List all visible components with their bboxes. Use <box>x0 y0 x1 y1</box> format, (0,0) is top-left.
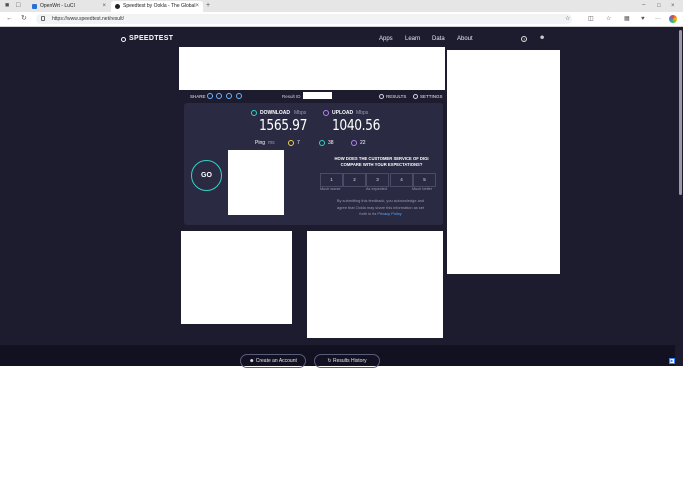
browser-tab-speedtest[interactable]: Speedtest by Ookla - The Global × <box>111 1 203 12</box>
go-button[interactable]: GO <box>191 160 222 191</box>
upload-arrow-icon <box>323 110 329 116</box>
result-id-label: Result ID <box>282 94 301 99</box>
survey-question-line2: COMPARE WITH YOUR EXPECTATIONS? <box>340 162 423 167</box>
collections-icon[interactable]: ▦ <box>624 15 630 23</box>
ping-idle-icon <box>288 140 294 146</box>
download-speed-value: 1565.97 <box>259 116 307 134</box>
rating-option-2[interactable]: 2 <box>343 173 366 187</box>
scale-mid-label: As expected <box>366 187 387 191</box>
browser-tab-openwrt[interactable]: OpenWrt - LuCI × <box>28 1 110 12</box>
ad-banner-bottom-right <box>307 231 443 338</box>
rating-option-4[interactable]: 4 <box>390 173 413 187</box>
share-label: SHARE <box>190 94 206 99</box>
ping-label: Ping <box>255 140 266 146</box>
account-icon[interactable]: ☻ <box>539 35 545 41</box>
url-text[interactable]: https://www.speedtest.net/result/ <box>52 15 124 23</box>
maximize-icon[interactable]: □ <box>657 2 661 10</box>
favorites-icon[interactable]: ☆ <box>606 15 611 23</box>
close-tab-icon[interactable]: × <box>195 1 199 12</box>
ad-banner-right <box>447 50 560 274</box>
speedtest-logo[interactable]: SPEEDTEST <box>129 35 173 42</box>
survey-disclaimer: By submitting this feedback, you acknowl… <box>318 198 443 218</box>
scale-high-label: Much better <box>412 187 433 191</box>
add-user-icon: ☻ <box>249 358 255 364</box>
ad-banner-bottom-left <box>181 231 292 324</box>
rating-option-3[interactable]: 3 <box>366 173 389 187</box>
download-arrow-icon <box>251 110 257 116</box>
nav-learn[interactable]: Learn <box>405 36 420 42</box>
browser-essentials-icon[interactable]: ♥ <box>641 15 645 23</box>
ping-download-value: 38 <box>328 140 334 146</box>
share-link-icon[interactable] <box>207 93 213 99</box>
copilot-icon[interactable] <box>669 15 677 23</box>
settings-link[interactable]: SETTINGS <box>420 94 443 99</box>
more-menu-icon[interactable]: ··· <box>655 15 661 23</box>
favorite-star-icon[interactable]: ☆ <box>565 15 570 23</box>
ping-unit: ms <box>268 140 275 146</box>
settings-gear-icon <box>413 94 418 99</box>
lock-icon[interactable] <box>41 16 45 21</box>
tab-title: Speedtest by Ookla - The Global <box>123 3 196 9</box>
scrollbar-thumb[interactable] <box>679 30 682 195</box>
speedtest-favicon-icon <box>115 4 120 9</box>
share-twitter-icon[interactable] <box>216 93 222 99</box>
results-history-button[interactable]: ↻ Results History <box>314 354 380 368</box>
privacy-policy-link[interactable]: Privacy Policy <box>377 211 401 216</box>
speedtest-logo-icon <box>121 37 126 42</box>
ad-card-inline <box>228 150 284 215</box>
split-screen-icon[interactable]: ◫ <box>588 15 594 23</box>
tab-title: OpenWrt - LuCI <box>40 3 75 9</box>
tab-actions-icon[interactable]: □ <box>16 2 20 10</box>
results-icon <box>379 94 384 99</box>
share-more-icon[interactable] <box>236 93 242 99</box>
ping-idle-value: 7 <box>297 140 300 146</box>
result-id-value[interactable] <box>303 92 332 99</box>
ad-banner-top <box>179 47 445 90</box>
new-tab-icon[interactable]: + <box>206 2 210 10</box>
create-account-label: Create an Account <box>255 358 297 364</box>
share-facebook-icon[interactable] <box>226 93 232 99</box>
nav-about[interactable]: About <box>457 36 473 42</box>
rating-option-1[interactable]: 1 <box>320 173 343 187</box>
nav-data[interactable]: Data <box>432 36 445 42</box>
results-history-label: Results History <box>332 358 367 364</box>
results-link[interactable]: RESULTS <box>386 94 406 99</box>
close-tab-icon[interactable]: × <box>102 1 106 12</box>
ad-choices-icon[interactable]: ▶ <box>669 358 675 364</box>
upload-speed-value: 1040.56 <box>332 116 380 134</box>
disclaimer-line3-prefix: forth in its <box>359 211 377 216</box>
close-window-icon[interactable]: × <box>671 2 675 10</box>
history-icon: ↻ <box>327 358 332 364</box>
ping-download-icon <box>319 140 325 146</box>
scale-low-label: Much worse <box>320 187 341 191</box>
openwrt-favicon-icon <box>32 4 37 9</box>
create-account-button[interactable]: ☻ Create an Account <box>240 354 306 368</box>
ping-upload-icon <box>351 140 357 146</box>
minimize-icon[interactable]: – <box>642 1 645 9</box>
help-icon[interactable]: ? <box>521 36 527 42</box>
disclaimer-line3: forth in its Privacy Policy <box>318 211 443 218</box>
ping-upload-value: 22 <box>360 140 366 146</box>
survey-question: HOW DOES THE CUSTOMER SERVICE OF DIGI CO… <box>320 156 443 168</box>
refresh-icon[interactable]: ↻ <box>21 15 27 23</box>
back-icon[interactable]: ← <box>6 15 13 23</box>
profile-icon[interactable]: ■ <box>5 2 9 10</box>
rating-option-5[interactable]: 5 <box>413 173 436 187</box>
nav-apps[interactable]: Apps <box>379 36 393 42</box>
